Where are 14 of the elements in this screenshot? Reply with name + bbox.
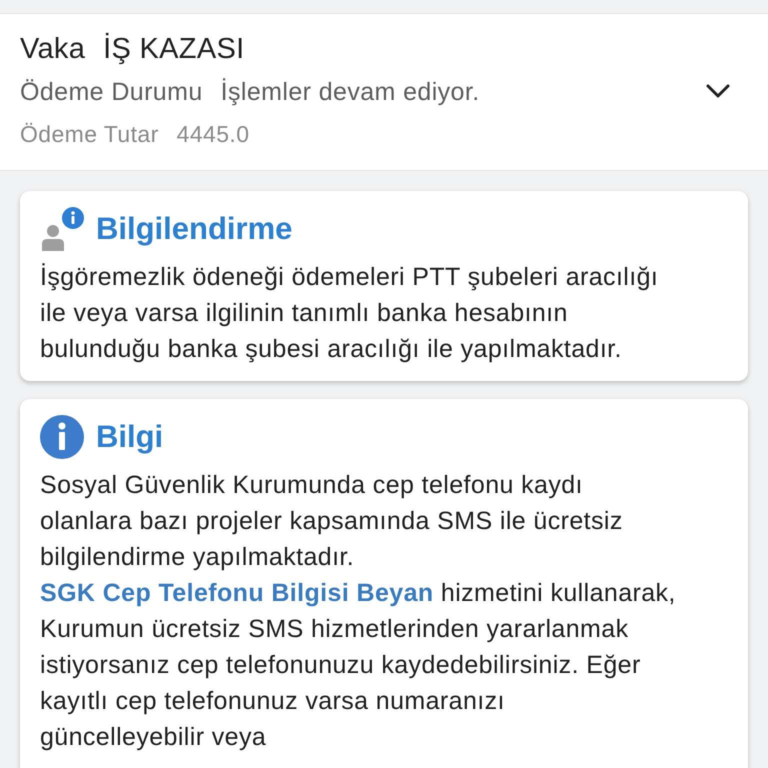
card-text: İşgöremezlik ödeneği ödemeleri PTT şubeleri aracılığı ile veya varsa ilgilinin tanımlı banka hesabının bulunduğu banka şubesi aracılığı ile yapılmaktadır. (40, 262, 660, 365)
case-value: İŞ KAZASI (103, 32, 244, 67)
field-label: Ödeme Durumu (20, 77, 203, 108)
info-icon (40, 415, 84, 459)
card-title: Bilgilendirme (96, 211, 292, 247)
case-label: Vaka (20, 32, 86, 67)
person-info-icon (40, 207, 84, 251)
text-link[interactable]: SGK Cep Telefonu Bilgisi Beyan (40, 579, 434, 607)
field-label: Ödeme Tutar (20, 120, 159, 149)
field-value: İşlemler devam ediyor. (220, 77, 480, 108)
field-value: 4445.0 (176, 120, 250, 149)
card-text: Sosyal Güvenlik Kurumunda cep telefonu kaydı olanlara bazı projeler kapsamında SMS ile ücretsiz bilgilendirme yapılmaktadır. SGK Cep Telefonu Bilgisi Beyan hizmetini kullanarak, Kurumun ücretsiz SMS hizmetlerinden yararlanmak istiyorsanız cep telefonunuzu kaydedebilirsiniz. Eğer kayıtlı cep telefonunuz varsa numaranızı güncelleyebilir veya (40, 470, 676, 753)
chevron-icon[interactable] (706, 84, 730, 98)
card-title: Bilgi (96, 419, 164, 455)
